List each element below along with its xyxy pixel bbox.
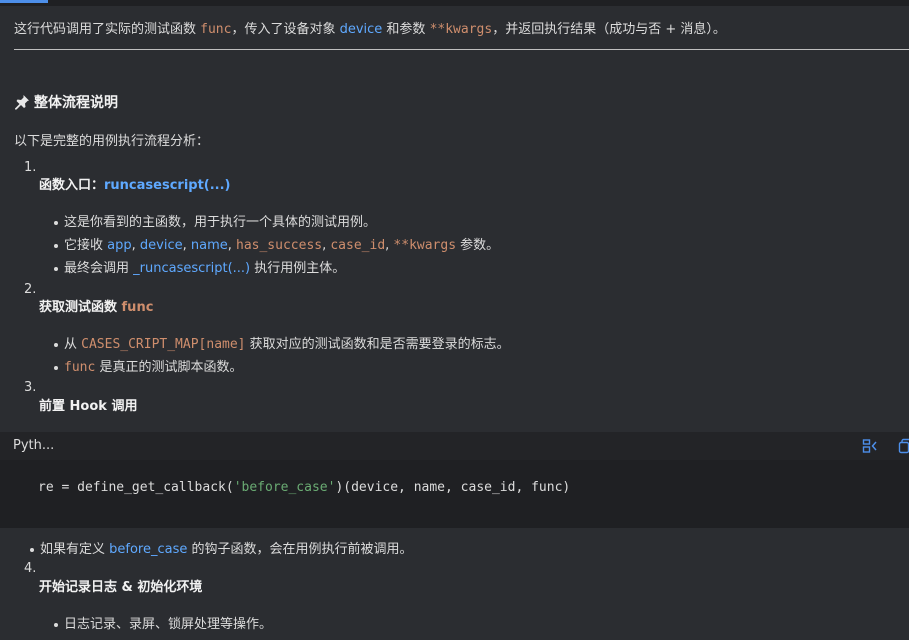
code-c: )(device, name, case_id, func)	[335, 480, 571, 495]
bullet-dot	[54, 220, 58, 225]
step-1-bullet-2-pre: 它接收	[64, 238, 108, 253]
step-2-title-text: 获取测试函数	[39, 300, 122, 315]
step-3-title: 前置 Hook 调用	[39, 399, 138, 414]
bullet-dot	[54, 622, 58, 627]
step-2-bullet-2: func 是真正的测试脚本函数。	[54, 356, 242, 375]
step-1-bullet-3-pre: 最终会调用	[64, 261, 134, 276]
hook-bullet-link[interactable]: before_case	[109, 542, 187, 557]
intro-paragraph: 这行代码调用了实际的测试函数 func，传入了设备对象 device 和参数 *…	[14, 18, 726, 37]
step-2-bullet-1-code: CASES_CRIPT_MAP[name]	[81, 337, 246, 352]
bullet-dot	[30, 547, 34, 552]
step-2-title: 获取测试函数 func	[39, 296, 153, 315]
intro-text-2: ，传入了设备对象	[231, 22, 340, 37]
step-1-title-text: 函数入口：	[39, 178, 105, 193]
step-1-bullet-3: 最终会调用 _runcasescript(...) 执行用例主体。	[54, 257, 345, 276]
sep: ,	[182, 238, 191, 253]
step-1-bullet-1-text: 这是你看到的主函数，用于执行一个具体的测试用例。	[64, 215, 377, 230]
code-b: define_get_callback(	[69, 480, 234, 495]
step-1-title: 函数入口：runcasescript(...)	[39, 174, 231, 193]
bullet-dot	[54, 266, 58, 271]
insert-code-icon[interactable]	[862, 438, 878, 454]
code-block-header: Pyth...	[0, 432, 909, 460]
bullet-dot	[54, 365, 58, 370]
code-line: re = define_get_callback('before_case')(…	[38, 480, 570, 495]
hook-bullet-post: 的钩子函数，会在用例执行前被调用。	[187, 542, 413, 557]
lead-text: 以下是完整的用例执行流程分析：	[14, 134, 210, 149]
step-4-title: 开始记录日志 & 初始化环境	[39, 580, 203, 595]
step-2-bullet-1: 从 CASES_CRIPT_MAP[name] 获取对应的测试函数和是否需要登录…	[54, 333, 510, 352]
param-app[interactable]: app	[107, 238, 131, 253]
step-4-bullet-1-text: 日志记录、录屏、锁屏处理等操作。	[64, 617, 273, 632]
step-4-bullet-1: 日志记录、录屏、锁屏处理等操作。	[54, 613, 272, 632]
intro-text-3: 和参数	[382, 22, 430, 37]
intro-text-4: ，并返回执行结果（成功与否 + 消息）。	[492, 22, 726, 37]
code-block: Pyth... re = define_get_callback('before…	[0, 432, 909, 528]
intro-code-func: func	[200, 22, 232, 37]
section-heading: 整体流程说明	[14, 92, 118, 112]
bullet-dot	[54, 243, 58, 248]
active-tab-indicator	[0, 0, 48, 3]
step-1-bullet-2: 它接收 app, device, name, has_success, case…	[54, 234, 499, 253]
step-1-bullet-2-post: 参数。	[456, 238, 500, 253]
top-tab-strip	[0, 0, 909, 6]
param-device[interactable]: device	[140, 238, 183, 253]
param-kwargs: **kwargs	[393, 238, 457, 253]
step-1-bullet-1: 这是你看到的主函数，用于执行一个具体的测试用例。	[54, 211, 376, 230]
param-name[interactable]: name	[191, 238, 228, 253]
step-2-bullet-1-pre: 从	[64, 337, 82, 352]
step-2-bullet-2-post: 是真正的测试脚本函数。	[95, 360, 243, 375]
sep: ,	[227, 238, 236, 253]
step-3-number: 3.	[24, 380, 37, 395]
code-language-label: Pyth...	[13, 438, 55, 453]
intro-text-1: 这行代码调用了实际的测试函数	[14, 22, 201, 37]
step-1-bullet-3-link[interactable]: _runcasescript(...)	[133, 261, 250, 276]
bullet-dot	[54, 342, 58, 347]
step-2-number: 2.	[24, 282, 37, 297]
divider	[14, 49, 909, 50]
code-a: re	[38, 480, 62, 495]
intro-link-device[interactable]: device	[340, 22, 383, 37]
sep: ,	[131, 238, 140, 253]
step-1-bullet-3-post: 执行用例主体。	[250, 261, 346, 276]
param-has-success: has_success	[236, 238, 323, 253]
intro-code-kwargs: **kwargs	[429, 22, 493, 37]
pushpin-icon	[15, 95, 29, 110]
step-2-bullet-1-post: 获取对应的测试函数和是否需要登录的标志。	[245, 337, 510, 352]
step-1-number: 1.	[24, 160, 37, 175]
code-string: 'before_case'	[233, 480, 336, 495]
step-1-title-link[interactable]: runcasescript(...)	[104, 178, 230, 193]
heading-text: 整体流程说明	[34, 95, 118, 111]
param-case-id: case_id	[330, 238, 386, 253]
hook-bullet-pre: 如果有定义	[40, 542, 110, 557]
hook-bullet: 如果有定义 before_case 的钩子函数，会在用例执行前被调用。	[30, 538, 413, 557]
copy-icon[interactable]	[898, 438, 909, 454]
step-2-title-code: func	[121, 300, 154, 315]
step-2-bullet-2-code: func	[64, 360, 96, 375]
step-4-number: 4.	[24, 561, 37, 576]
